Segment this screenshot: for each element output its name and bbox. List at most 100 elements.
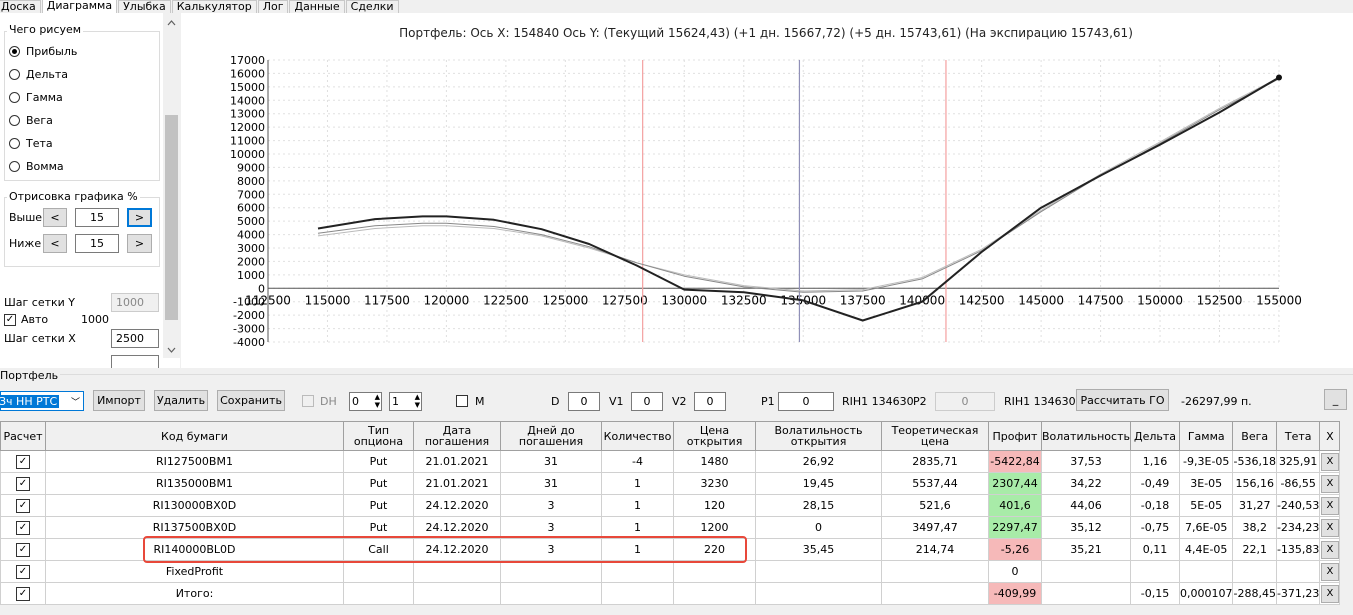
- calc-checkbox[interactable]: ✓: [16, 543, 30, 557]
- calc-go-button[interactable]: Рассчитать ГО: [1076, 389, 1169, 411]
- column-header[interactable]: Вега: [1232, 421, 1277, 451]
- profit-chart: Портфель: Ось X: 154840 Ось Y: (Текущий …: [230, 26, 1302, 349]
- cell-code: RI127500BM1: [45, 450, 344, 473]
- tab-log[interactable]: Лог: [257, 0, 289, 13]
- column-header[interactable]: Теоретическая цена: [881, 421, 989, 451]
- above-increase-button[interactable]: >: [127, 208, 152, 227]
- p1-input[interactable]: 0: [778, 392, 834, 411]
- radio-theta[interactable]: Тета: [9, 137, 53, 150]
- column-header[interactable]: Тета: [1275, 421, 1321, 451]
- p2-input[interactable]: 0: [935, 392, 995, 411]
- remove-row-button[interactable]: X: [1320, 540, 1339, 559]
- remove-cell: X: [1319, 494, 1341, 517]
- radio-theta-dot: [9, 138, 20, 149]
- column-header[interactable]: Дней до погашения: [500, 421, 602, 451]
- column-header[interactable]: X: [1319, 421, 1341, 451]
- calc-checkbox-cell[interactable]: ✓: [0, 560, 46, 583]
- above-decrease-button[interactable]: <: [43, 208, 67, 227]
- below-increase-button[interactable]: >: [127, 234, 152, 253]
- table-row[interactable]: ✓ RI127500BM1 Put 21.01.2021 31 -4 1480 26,92 28…: [0, 450, 1341, 473]
- calc-checkbox-cell[interactable]: ✓: [0, 516, 46, 539]
- calc-checkbox[interactable]: ✓: [16, 455, 30, 469]
- calc-checkbox-cell[interactable]: ✓: [0, 494, 46, 517]
- remove-row-button[interactable]: X: [1320, 518, 1339, 537]
- column-header[interactable]: Волатильность открытия: [755, 421, 882, 451]
- radio-vega[interactable]: Вега: [9, 114, 53, 127]
- calc-checkbox-cell[interactable]: ✓: [0, 450, 46, 473]
- dh-stepper-1[interactable]: 0 ▲ ▼: [349, 392, 382, 411]
- below-input[interactable]: 15: [75, 234, 119, 253]
- remove-row-button[interactable]: X: [1320, 474, 1339, 493]
- above-input[interactable]: 15: [75, 208, 119, 227]
- cell-type: [343, 560, 414, 583]
- table-row[interactable]: ✓ RI137500BX0D Put 24.12.2020 3 1 1200 0 3497,47…: [0, 516, 1341, 539]
- v2-input[interactable]: 0: [694, 392, 726, 411]
- cell-type: Put: [343, 494, 414, 517]
- left-scrollbar[interactable]: [163, 13, 180, 358]
- dh-checkbox[interactable]: [302, 395, 314, 407]
- table-row[interactable]: ✓ Итого: -409,99 -0,15 0,000107 -288,45 -371,2…: [0, 582, 1341, 605]
- calc-checkbox-cell[interactable]: ✓: [0, 538, 46, 561]
- column-header[interactable]: Тип опциона: [343, 421, 414, 451]
- remove-row-button[interactable]: X: [1320, 562, 1339, 581]
- tab-data[interactable]: Данные: [289, 0, 345, 13]
- column-header[interactable]: Расчет: [0, 421, 46, 451]
- x-tick-label: 147500: [1078, 293, 1124, 307]
- minimize-button[interactable]: _: [1324, 389, 1347, 410]
- p2-label: P2: [913, 395, 927, 408]
- calc-checkbox[interactable]: ✓: [16, 565, 30, 579]
- partial-input[interactable]: [111, 355, 159, 368]
- calc-checkbox[interactable]: ✓: [16, 499, 30, 513]
- table-row[interactable]: ✓ FixedProfit 0 X: [0, 560, 1341, 583]
- calc-checkbox-cell[interactable]: ✓: [0, 472, 46, 495]
- below-decrease-button[interactable]: <: [43, 234, 67, 253]
- column-header[interactable]: Профит: [988, 421, 1042, 451]
- column-header[interactable]: Гамма: [1178, 421, 1234, 451]
- cell-vol-open: 35,45: [755, 538, 882, 561]
- grid-y-label: Шаг сетки Y: [4, 296, 76, 309]
- tab-calculator[interactable]: Калькулятор: [171, 0, 257, 13]
- cell-days: 3: [500, 538, 602, 561]
- tab-board[interactable]: Доска: [0, 0, 41, 13]
- cell-type: Put: [343, 472, 414, 495]
- portfolio-select[interactable]: Зч НН РТС ﹀: [0, 391, 84, 411]
- calc-checkbox[interactable]: ✓: [16, 521, 30, 535]
- delete-button[interactable]: Удалить: [154, 390, 208, 411]
- m-checkbox[interactable]: [456, 395, 468, 407]
- save-button[interactable]: Сохранить: [217, 390, 285, 411]
- calc-checkbox-cell[interactable]: ✓: [0, 582, 46, 605]
- grid-x-input[interactable]: 2500: [111, 329, 159, 348]
- dh-stepper-2[interactable]: 1 ▲ ▼: [389, 392, 422, 411]
- dh-stepper-1-value: 0: [352, 395, 359, 408]
- column-header[interactable]: Дата погашения: [413, 421, 501, 451]
- calc-checkbox[interactable]: ✓: [16, 477, 30, 491]
- radio-delta[interactable]: Дельта: [9, 68, 68, 81]
- column-header[interactable]: Цена открытия: [673, 421, 756, 451]
- calc-checkbox[interactable]: ✓: [16, 587, 30, 601]
- m-label: M: [475, 395, 485, 408]
- column-header[interactable]: Количество: [601, 421, 674, 451]
- cell-vega: 22,1: [1232, 538, 1277, 561]
- v1-input[interactable]: 0: [631, 392, 663, 411]
- radio-theta-label: Тета: [26, 137, 53, 150]
- auto-checkbox[interactable]: ✓: [4, 314, 16, 326]
- remove-row-button[interactable]: X: [1320, 496, 1339, 515]
- column-header[interactable]: Дельта: [1129, 421, 1180, 451]
- cell-profit: -5422,84: [988, 450, 1042, 473]
- tab-trades[interactable]: Сделки: [345, 0, 399, 13]
- remove-row-button[interactable]: X: [1320, 452, 1339, 471]
- remove-row-button[interactable]: X: [1320, 584, 1339, 603]
- table-row[interactable]: ✓ RI140000BL0D Call 24.12.2020 3 1 220 35,45 214…: [0, 538, 1341, 561]
- column-header[interactable]: Код бумаги: [45, 421, 344, 451]
- radio-gamma[interactable]: Гамма: [9, 91, 63, 104]
- tab-diagram[interactable]: Диаграмма: [41, 0, 118, 13]
- table-row[interactable]: ✓ RI130000BX0D Put 24.12.2020 3 1 120 28,15 521,…: [0, 494, 1341, 517]
- import-button[interactable]: Импорт: [93, 390, 145, 411]
- radio-profit[interactable]: Прибыль: [9, 45, 77, 58]
- grid-y-input[interactable]: 1000: [111, 293, 159, 312]
- tab-smile[interactable]: Улыбка: [118, 0, 171, 13]
- table-row[interactable]: ✓ RI135000BM1 Put 21.01.2021 31 1 3230 19,45 553…: [0, 472, 1341, 495]
- d-input[interactable]: 0: [568, 392, 600, 411]
- column-header[interactable]: Волатильность: [1041, 421, 1131, 451]
- radio-vomma[interactable]: Вомма: [9, 160, 64, 173]
